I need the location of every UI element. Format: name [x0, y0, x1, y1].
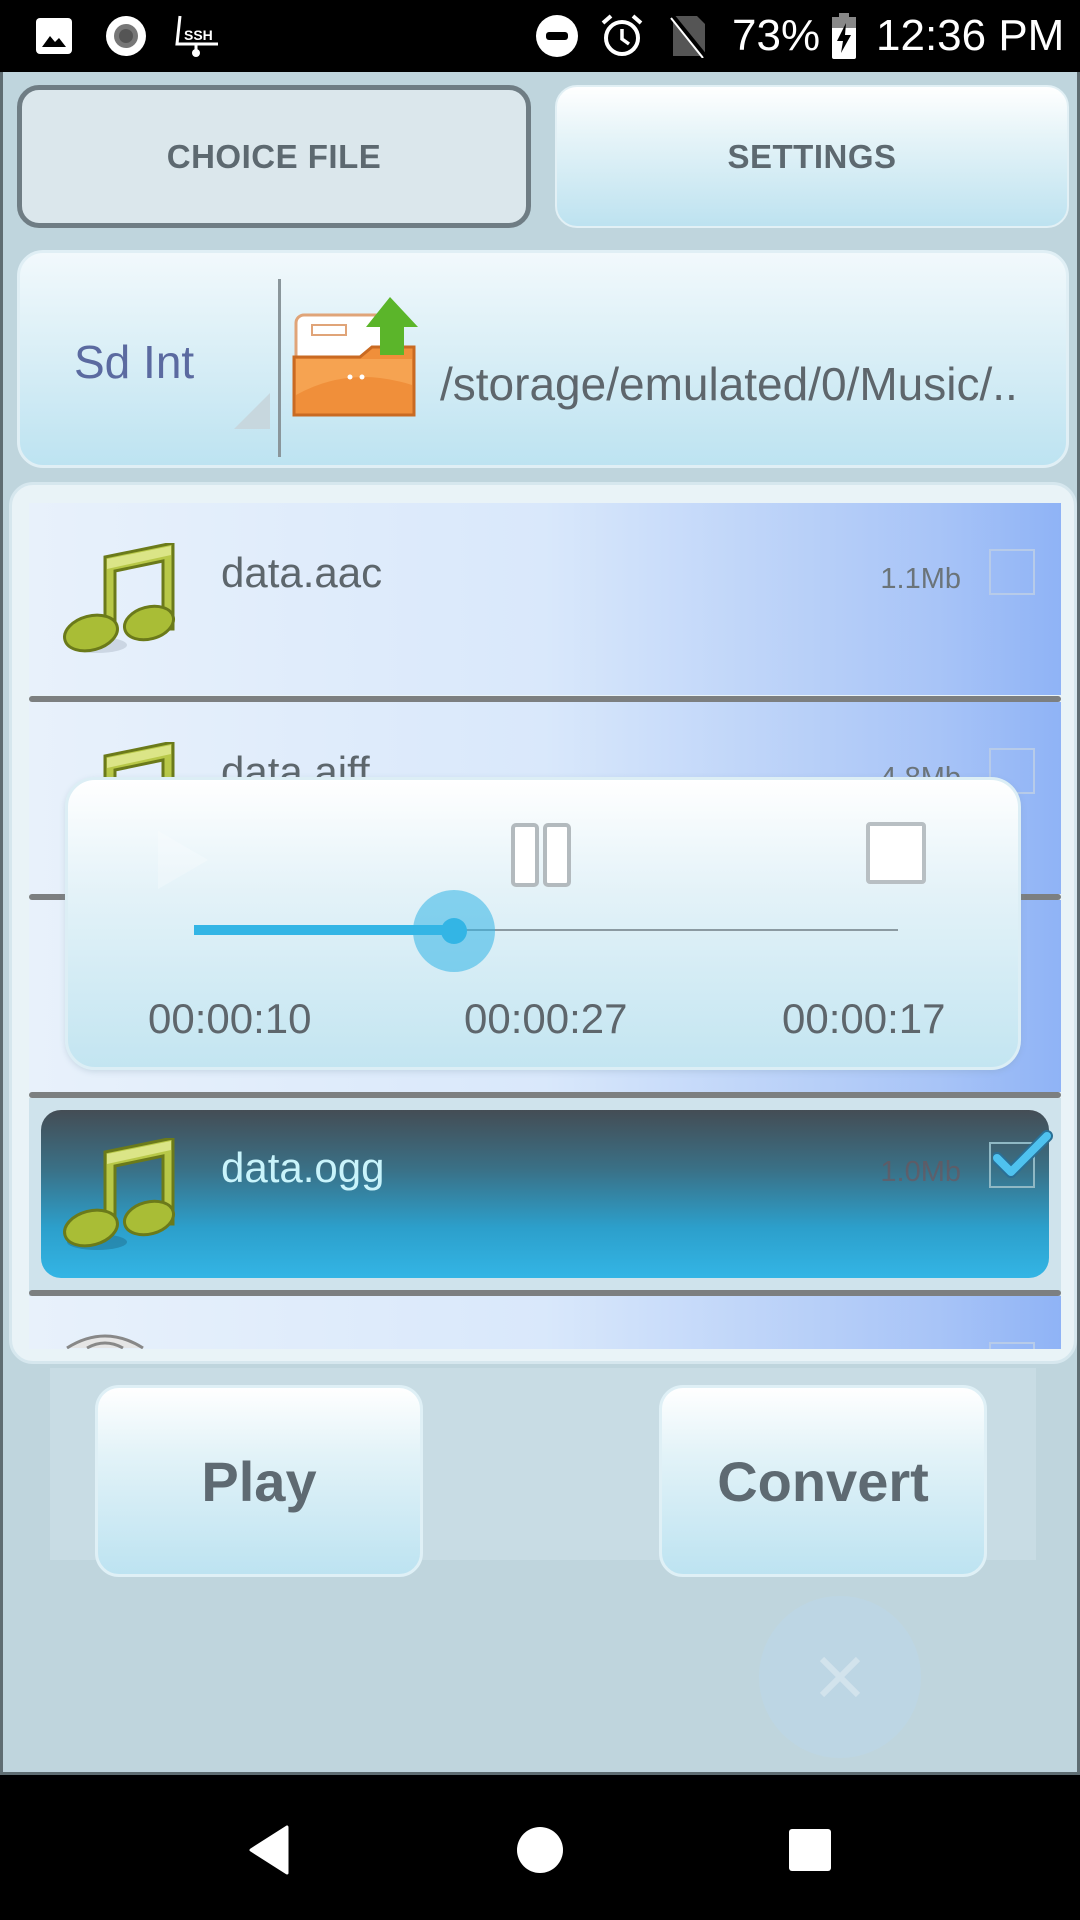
status-bar: SSH 73% 12:36 PM [0, 0, 1080, 72]
file-name: data.aac [221, 549, 383, 596]
close-icon [819, 1656, 861, 1698]
play-button[interactable]: Play [95, 1385, 423, 1577]
checkmark-icon [993, 1130, 1053, 1178]
no-sim-icon [668, 14, 710, 58]
image-notification-icon [34, 14, 74, 58]
music-note-icon [63, 1138, 176, 1250]
choice-file-button[interactable]: CHOICE FILE [17, 85, 531, 228]
play-icon[interactable] [148, 825, 218, 895]
recents-icon [789, 1829, 831, 1871]
ssh-label: SSH [184, 27, 213, 43]
disc-icon [66, 1334, 144, 1349]
record-icon [104, 14, 148, 58]
file-size: 1.1Mb [880, 563, 961, 595]
file-checkbox[interactable] [989, 549, 1035, 595]
alarm-icon [598, 14, 646, 58]
file-item[interactable]: data.aac 1.1Mb [29, 503, 1061, 695]
clock: 12:36 PM [876, 11, 1065, 60]
settings-button[interactable]: SETTINGS [555, 85, 1069, 228]
battery-percent: 73% [732, 11, 821, 60]
pause-icon[interactable] [510, 822, 574, 888]
music-note-icon [63, 543, 176, 653]
navigation-bar [0, 1778, 1080, 1920]
back-icon [249, 1825, 289, 1875]
dropdown-arrow-icon [234, 393, 270, 429]
convert-button[interactable]: Convert [659, 1385, 987, 1577]
file-item-selected[interactable]: data.ogg 1.0Mb [41, 1110, 1053, 1278]
elapsed-time: 00:00:10 [148, 995, 312, 1042]
file-item[interactable] [29, 1296, 1061, 1349]
file-name: data.ogg [221, 1144, 385, 1191]
home-button[interactable] [510, 1824, 570, 1876]
player-popup: 00:00:10 00:00:27 00:00:17 [65, 777, 1021, 1070]
path-bar: Sd Int /storage/emulated/0/Music/.. [17, 250, 1069, 468]
file-checkbox[interactable] [989, 1342, 1035, 1349]
remaining-time: 00:00:17 [782, 995, 946, 1042]
divider [278, 279, 281, 457]
close-fab[interactable] [759, 1596, 921, 1758]
do-not-disturb-icon [534, 14, 580, 58]
recents-button[interactable] [780, 1824, 840, 1876]
app-window: CHOICE FILE SETTINGS Sd Int /storage/emu… [0, 72, 1080, 1775]
home-icon [517, 1827, 563, 1873]
battery-charging-icon [830, 13, 858, 59]
total-time: 00:00:27 [464, 995, 628, 1042]
file-checkbox-checked[interactable] [989, 1130, 1053, 1188]
current-path: /storage/emulated/0/Music/.. [440, 358, 1018, 410]
folder-up-icon[interactable] [290, 295, 425, 425]
file-size: 1.0Mb [880, 1156, 961, 1188]
storage-label: Sd Int [74, 336, 195, 388]
back-button[interactable] [240, 1824, 300, 1876]
seek-bar[interactable] [194, 890, 898, 972]
ssh-icon: SSH [174, 14, 222, 58]
stop-icon[interactable] [866, 822, 926, 884]
storage-dropdown[interactable]: Sd Int [20, 253, 278, 465]
